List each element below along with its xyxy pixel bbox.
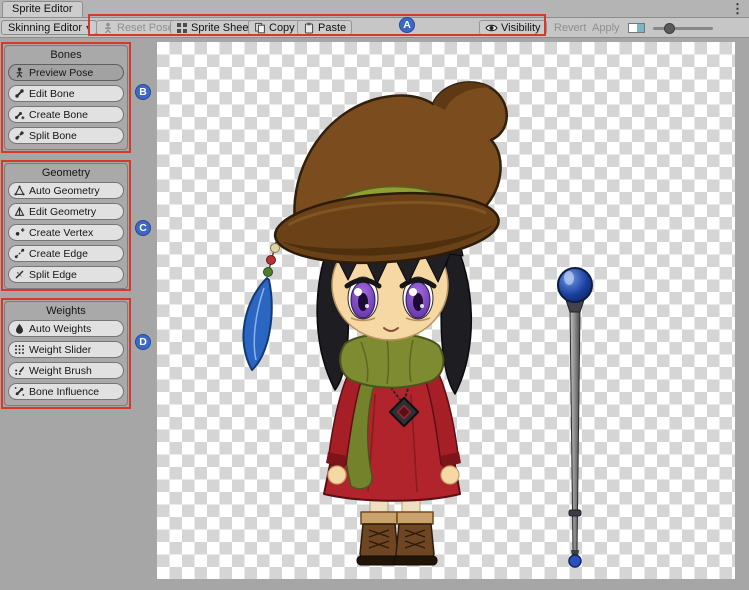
revert-label: Revert bbox=[554, 22, 586, 34]
weight-brush-button[interactable]: Weight Brush bbox=[8, 362, 124, 379]
geometry-panel: Geometry Auto Geometry Edit Geometry Cre… bbox=[4, 163, 128, 289]
annotation-badge-a: A bbox=[399, 17, 415, 33]
create-edge-label: Create Edge bbox=[29, 248, 88, 260]
reset-pose-button[interactable]: Reset Pose bbox=[96, 20, 180, 35]
copy-label: Copy bbox=[269, 22, 295, 34]
create-vertex-icon bbox=[14, 227, 25, 238]
auto-geometry-label: Auto Geometry bbox=[29, 185, 100, 197]
bones-panel-title: Bones bbox=[8, 49, 124, 61]
window-tab-bar: Sprite Editor ⋮ bbox=[0, 0, 749, 18]
apply-label: Apply bbox=[592, 22, 620, 34]
split-edge-label: Split Edge bbox=[29, 269, 77, 281]
sprite-canvas[interactable] bbox=[157, 42, 735, 579]
zoom-slider[interactable] bbox=[653, 27, 713, 30]
paste-button[interactable]: Paste bbox=[297, 20, 352, 35]
bone-influence-label: Bone Influence bbox=[29, 386, 99, 398]
reset-pose-label: Reset Pose bbox=[117, 22, 174, 34]
visibility-button[interactable]: Visibility bbox=[479, 20, 547, 35]
character-sprite[interactable] bbox=[243, 82, 506, 565]
copy-icon bbox=[254, 22, 266, 34]
split-edge-button[interactable]: Split Edge bbox=[8, 266, 124, 283]
split-bone-button[interactable]: Split Bone bbox=[8, 127, 124, 144]
weight-brush-icon bbox=[14, 365, 25, 376]
skinning-editor-dropdown[interactable]: Skinning Editor ▾ bbox=[1, 20, 97, 35]
create-bone-label: Create Bone bbox=[29, 109, 88, 121]
create-edge-icon bbox=[14, 248, 25, 259]
edit-bone-label: Edit Bone bbox=[29, 88, 75, 100]
create-vertex-button[interactable]: Create Vertex bbox=[8, 224, 124, 241]
split-bone-label: Split Bone bbox=[29, 130, 77, 142]
sprite-sheet-button[interactable]: Sprite Sheet bbox=[170, 20, 258, 35]
weight-slider-button[interactable]: Weight Slider bbox=[8, 341, 124, 358]
copy-button[interactable]: Copy bbox=[248, 20, 301, 35]
zoom-slider-knob[interactable] bbox=[664, 23, 675, 34]
weight-brush-label: Weight Brush bbox=[29, 365, 92, 377]
sprite-sheet-label: Sprite Sheet bbox=[191, 22, 252, 34]
skinning-editor-dropdown-label: Skinning Editor bbox=[8, 22, 82, 34]
toolbar: Skinning Editor ▾ Reset Pose Sprite Shee… bbox=[0, 18, 749, 38]
chevron-down-icon: ▾ bbox=[86, 23, 90, 32]
edit-bone-icon bbox=[14, 88, 25, 99]
edit-geometry-button[interactable]: Edit Geometry bbox=[8, 203, 124, 220]
paste-icon bbox=[303, 22, 315, 34]
apply-button[interactable]: Apply bbox=[586, 20, 626, 35]
boot-left bbox=[357, 512, 400, 565]
canvas-sprites bbox=[157, 42, 735, 579]
weight-slider-icon bbox=[14, 344, 25, 355]
auto-weights-label: Auto Weights bbox=[29, 323, 91, 335]
geometry-panel-title: Geometry bbox=[8, 167, 124, 179]
annotation-badge-b: B bbox=[135, 84, 151, 100]
create-vertex-label: Create Vertex bbox=[29, 227, 93, 239]
preview-pose-label: Preview Pose bbox=[29, 67, 93, 79]
preview-pose-icon bbox=[14, 67, 25, 78]
auto-geometry-button[interactable]: Auto Geometry bbox=[8, 182, 124, 199]
auto-geometry-icon bbox=[14, 185, 25, 196]
auto-weights-button[interactable]: Auto Weights bbox=[8, 320, 124, 337]
reset-pose-icon bbox=[102, 22, 114, 34]
edit-bone-button[interactable]: Edit Bone bbox=[8, 85, 124, 102]
sprite-sheet-icon bbox=[176, 22, 188, 34]
bone-influence-icon bbox=[14, 386, 25, 397]
sprite-editor-tab-label: Sprite Editor bbox=[12, 3, 73, 15]
visibility-eye-icon bbox=[485, 22, 498, 34]
annotation-badge-c: C bbox=[135, 220, 151, 236]
create-bone-button[interactable]: Create Bone bbox=[8, 106, 124, 123]
create-edge-button[interactable]: Create Edge bbox=[8, 245, 124, 262]
bones-panel: Bones Preview Pose Edit Bone Create Bone… bbox=[4, 45, 128, 150]
staff-sprite[interactable] bbox=[558, 268, 592, 567]
boot-right bbox=[394, 512, 437, 565]
preview-pose-button[interactable]: Preview Pose bbox=[8, 64, 124, 81]
auto-weights-icon bbox=[14, 323, 25, 334]
weights-panel-title: Weights bbox=[8, 305, 124, 317]
split-edge-icon bbox=[14, 269, 25, 280]
split-bone-icon bbox=[14, 130, 25, 141]
annotation-badge-d: D bbox=[135, 334, 151, 350]
weights-panel: Weights Auto Weights Weight Slider Weigh… bbox=[4, 301, 128, 406]
sprite-editor-tab[interactable]: Sprite Editor bbox=[2, 1, 83, 17]
edit-geometry-icon bbox=[14, 206, 25, 217]
create-bone-icon bbox=[14, 109, 25, 120]
bone-influence-button[interactable]: Bone Influence bbox=[8, 383, 124, 400]
color-mode-swatch[interactable] bbox=[628, 23, 645, 33]
edit-geometry-label: Edit Geometry bbox=[29, 206, 96, 218]
paste-label: Paste bbox=[318, 22, 346, 34]
weight-slider-label: Weight Slider bbox=[29, 344, 91, 356]
visibility-label: Visibility bbox=[501, 22, 541, 34]
window-menu-icon[interactable]: ⋮ bbox=[731, 0, 744, 17]
